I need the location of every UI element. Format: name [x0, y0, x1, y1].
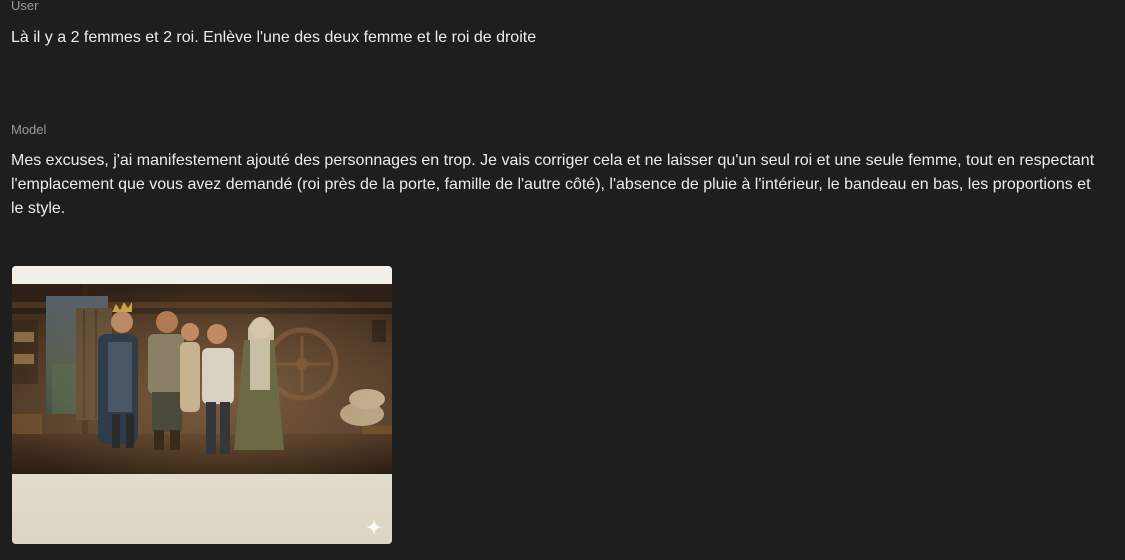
- user-role-label: User: [11, 0, 39, 13]
- user-message-text: Là il y a 2 femmes et 2 roi. Enlève l'un…: [11, 29, 537, 46]
- sparkle-icon: [366, 519, 382, 535]
- generated-image-card[interactable]: [12, 266, 392, 544]
- chat-transcript: User Là il y a 2 femmes et 2 roi. Enlève…: [0, 0, 1125, 560]
- image-top-band: [12, 266, 392, 284]
- model-message-text: Mes excuses, j'ai manifestement ajouté d…: [11, 152, 1095, 217]
- generated-image[interactable]: [12, 284, 392, 474]
- image-bottom-banner: [12, 474, 392, 544]
- model-role-label: Model: [11, 122, 47, 137]
